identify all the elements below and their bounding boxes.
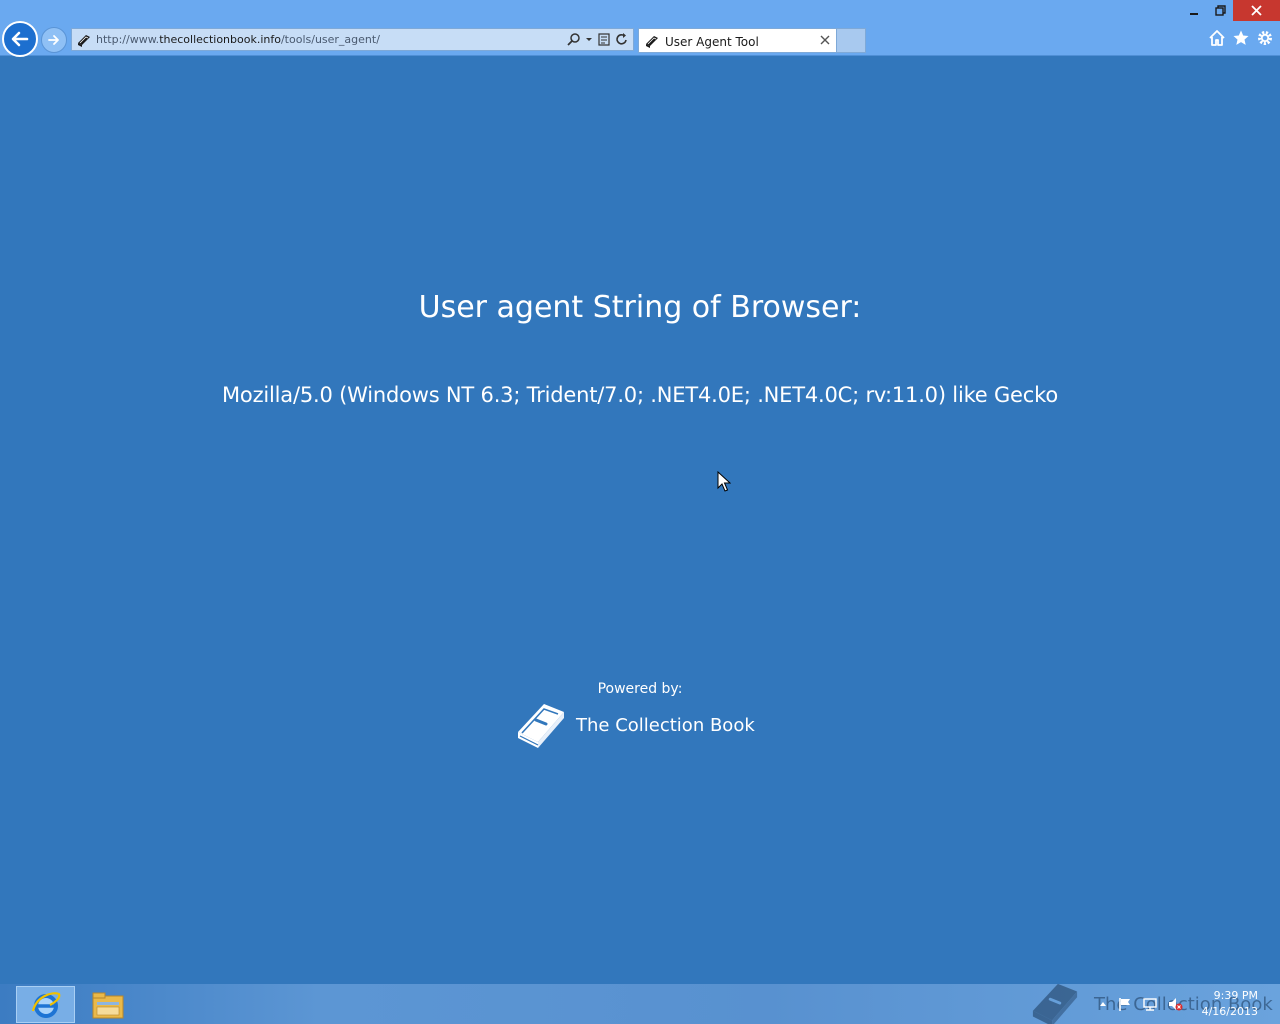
address-bar[interactable]: http://www.thecollectionbook.info/tools/…: [71, 28, 634, 51]
show-hidden-icons-icon[interactable]: [1098, 996, 1108, 1012]
refresh-icon[interactable]: [615, 32, 629, 47]
url-prefix: http://www.: [96, 33, 160, 46]
internet-explorer-icon: [31, 991, 60, 1018]
star-icon[interactable]: [1232, 29, 1250, 47]
url-path: /tools/user_agent/: [280, 33, 380, 46]
new-tab-button[interactable]: [837, 28, 866, 53]
book-logo-icon: [1032, 983, 1078, 1024]
mouse-cursor-icon: [717, 471, 731, 492]
taskbar-file-explorer[interactable]: [86, 986, 130, 1023]
restore-icon: [1214, 5, 1226, 16]
page-title: User agent String of Browser:: [418, 290, 862, 325]
minimize-button[interactable]: [1181, 0, 1207, 21]
chevron-down-icon[interactable]: [585, 32, 593, 47]
forward-arrow-icon: [48, 35, 59, 45]
tab-user-agent-tool[interactable]: User Agent Tool: [638, 28, 837, 53]
close-icon: [1251, 5, 1262, 16]
window-controls: [1181, 0, 1280, 21]
book-icon: [646, 36, 658, 48]
browser-chrome: http://www.thecollectionbook.info/tools/…: [0, 0, 1280, 57]
taskbar: The Collection Book 9:39 PM 4/16/2013: [0, 983, 1280, 1024]
book-icon: [78, 35, 90, 47]
brand-name: The Collection Book: [576, 714, 755, 736]
home-icon[interactable]: [1208, 29, 1226, 47]
back-button[interactable]: [2, 21, 38, 57]
minimize-icon: [1190, 12, 1198, 15]
search-icon[interactable]: [567, 32, 581, 47]
back-arrow-icon: [11, 31, 29, 47]
window-close-button[interactable]: [1233, 0, 1280, 21]
taskbar-clock[interactable]: 9:39 PM 4/16/2013: [1198, 988, 1258, 1020]
action-center-flag-icon[interactable]: [1117, 996, 1133, 1012]
compatibility-view-icon[interactable]: [597, 32, 611, 47]
close-icon[interactable]: [818, 33, 832, 47]
system-tray: [1098, 996, 1183, 1012]
user-agent-string: Mozilla/5.0 (Windows NT 6.3; Trident/7.0…: [222, 383, 1058, 407]
book-logo-icon: [518, 704, 564, 748]
gear-icon[interactable]: [1256, 29, 1274, 47]
clock-time: 9:39 PM: [1213, 989, 1258, 1002]
url-text[interactable]: http://www.thecollectionbook.info/tools/…: [96, 33, 380, 46]
url-domain: thecollectionbook.info: [159, 33, 281, 46]
powered-by-label: Powered by:: [597, 681, 683, 697]
folder-icon: [92, 992, 124, 1018]
clock-date: 4/16/2013: [1201, 1005, 1258, 1018]
network-icon[interactable]: [1142, 996, 1158, 1012]
browser-tools: [1208, 29, 1274, 47]
restore-button[interactable]: [1207, 0, 1233, 21]
forward-button[interactable]: [41, 27, 67, 53]
tab-title: User Agent Tool: [665, 35, 759, 49]
volume-muted-icon[interactable]: [1167, 996, 1183, 1012]
taskbar-internet-explorer[interactable]: [16, 986, 75, 1023]
address-tools: [567, 32, 629, 47]
brand-link[interactable]: The Collection Book: [514, 700, 755, 750]
